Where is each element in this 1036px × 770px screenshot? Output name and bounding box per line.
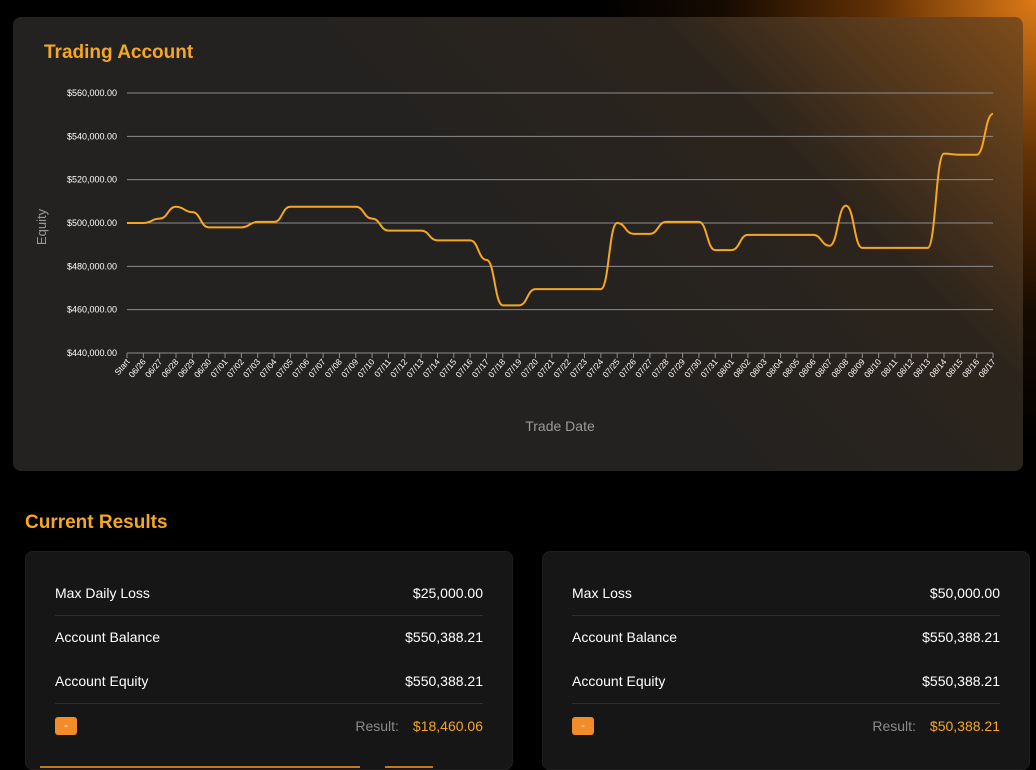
x-tick-label: 07/29 (666, 357, 688, 380)
x-tick-label: 07/24 (584, 357, 606, 380)
max-loss-row: Max Loss $50,000.00 (572, 571, 1000, 616)
x-tick-label: 07/18 (486, 357, 508, 380)
row-value: $25,000.00 (412, 585, 483, 601)
x-tick-label: 07/21 (535, 357, 557, 380)
row-label: Account Balance (572, 629, 678, 645)
x-tick-label: 06/28 (159, 357, 181, 380)
x-tick-label: 07/15 (437, 357, 459, 380)
result-label: Result: (872, 718, 916, 734)
max-daily-loss-row: Max Daily Loss $25,000.00 (55, 571, 483, 616)
account-equity-row: Account Equity $550,388.21 (572, 659, 1000, 704)
x-tick-label: 06/27 (143, 357, 165, 380)
x-tick-label: 06/30 (192, 357, 214, 380)
x-tick-label: 07/12 (388, 357, 410, 380)
x-tick-label: 07/14 (421, 357, 443, 380)
result-value: $18,460.06 (412, 718, 483, 734)
row-value: $550,388.21 (922, 673, 1000, 689)
x-axis-label: Trade Date (525, 418, 595, 434)
x-tick-label: 08/02 (731, 357, 753, 380)
chart-card: Trading Account $440,000.00 $460,000.00 $4… (13, 17, 1023, 471)
status-badge-button[interactable]: - (55, 717, 77, 735)
y-axis-label: Equity (34, 208, 49, 245)
x-tick-label: 08/04 (764, 357, 786, 380)
x-tick-label: 07/26 (617, 357, 639, 380)
result-row: - Result: $50,388.21 (572, 704, 1000, 748)
daily-loss-panel: Max Daily Loss $25,000.00 Account Balanc… (25, 551, 513, 770)
x-tick-label: 07/28 (649, 357, 671, 380)
x-tick-label: 08/14 (927, 357, 949, 380)
account-balance-row: Account Balance $550,388.21 (572, 615, 1000, 659)
y-tick-label: $480,000.00 (67, 261, 117, 271)
x-tick-label: 07/06 (290, 357, 312, 380)
x-tick-label: 07/08 (323, 357, 345, 380)
x-tick-label: 08/12 (894, 357, 916, 380)
y-tick-label: $500,000.00 (67, 218, 117, 228)
status-badge-button[interactable]: - (572, 717, 594, 735)
x-tick-label: 08/10 (862, 357, 884, 380)
x-tick-label: 08/16 (960, 357, 982, 380)
result-value: $50,388.21 (929, 718, 1000, 734)
row-label: Account Balance (55, 629, 161, 645)
y-tick-label: $520,000.00 (67, 175, 117, 185)
max-loss-panel: Max Loss $50,000.00 Account Balance $550… (542, 551, 1030, 770)
x-tick-label: 07/05 (274, 357, 296, 380)
x-tick-label: 07/07 (306, 357, 328, 380)
result-label: Result: (355, 718, 399, 734)
x-tick-label: 07/22 (551, 357, 573, 380)
x-tick-label: 08/15 (944, 357, 966, 380)
result-row: - Result: $18,460.06 (55, 704, 483, 748)
equity-line (127, 112, 994, 307)
x-tick-label: 07/16 (453, 357, 475, 380)
x-tick-label: 07/25 (600, 357, 622, 380)
y-tick-label: $460,000.00 (67, 305, 117, 315)
x-tick-label: 07/13 (404, 357, 426, 380)
x-tick-label: 08/01 (715, 357, 737, 380)
y-tick-label: $440,000.00 (67, 348, 117, 358)
y-axis-ticks: $440,000.00 $460,000.00 $480,000.00 $500,00… (67, 88, 117, 358)
account-balance-row: Account Balance $550,388.21 (55, 615, 483, 659)
equity-chart: $440,000.00 $460,000.00 $480,000.00 $500,00… (34, 88, 998, 434)
x-tick-label: 07/02 (225, 357, 247, 380)
chart-grid (127, 92, 993, 354)
x-tick-label: 08/09 (845, 357, 867, 380)
current-results-title: Current Results (25, 512, 168, 533)
row-label: Max Loss (572, 585, 632, 601)
row-value: $550,388.21 (922, 629, 1000, 645)
x-tick-label: 07/03 (241, 357, 263, 380)
x-tick-label: 07/01 (208, 357, 230, 380)
y-tick-label: $540,000.00 (67, 131, 117, 141)
x-tick-label: 07/20 (519, 357, 541, 380)
x-tick-label: 07/19 (502, 357, 524, 380)
row-value: $550,388.21 (405, 629, 483, 645)
x-tick-label: 08/13 (911, 357, 933, 380)
x-tick-label: 07/31 (698, 357, 720, 380)
x-tick-label: 06/26 (127, 357, 149, 380)
row-value: $50,000.00 (929, 585, 1000, 601)
x-tick-label: 07/04 (257, 357, 279, 380)
account-equity-row: Account Equity $550,388.21 (55, 659, 483, 704)
x-tick-label: 08/17 (976, 357, 998, 380)
x-axis-ticks: Start06/2606/2706/2806/2906/3007/0107/02… (112, 353, 998, 380)
y-tick-label: $560,000.00 (67, 88, 117, 98)
x-tick-label: 07/30 (682, 357, 704, 380)
x-tick-label: 07/23 (568, 357, 590, 380)
row-label: Account Equity (55, 673, 149, 689)
x-tick-label: 06/29 (176, 357, 198, 380)
x-tick-label: 08/05 (780, 357, 802, 380)
x-tick-label: 07/17 (470, 357, 492, 380)
x-tick-label: 07/10 (355, 357, 377, 380)
x-tick-label: 08/06 (796, 357, 818, 380)
row-value: $550,388.21 (405, 673, 483, 689)
x-tick-label: 08/07 (813, 357, 835, 380)
x-tick-label: 07/27 (633, 357, 655, 380)
x-tick-label: 07/09 (339, 357, 361, 380)
row-label: Account Equity (572, 673, 666, 689)
x-tick-label: 08/08 (829, 357, 851, 380)
x-tick-label: 08/03 (747, 357, 769, 380)
row-label: Max Daily Loss (55, 585, 150, 601)
